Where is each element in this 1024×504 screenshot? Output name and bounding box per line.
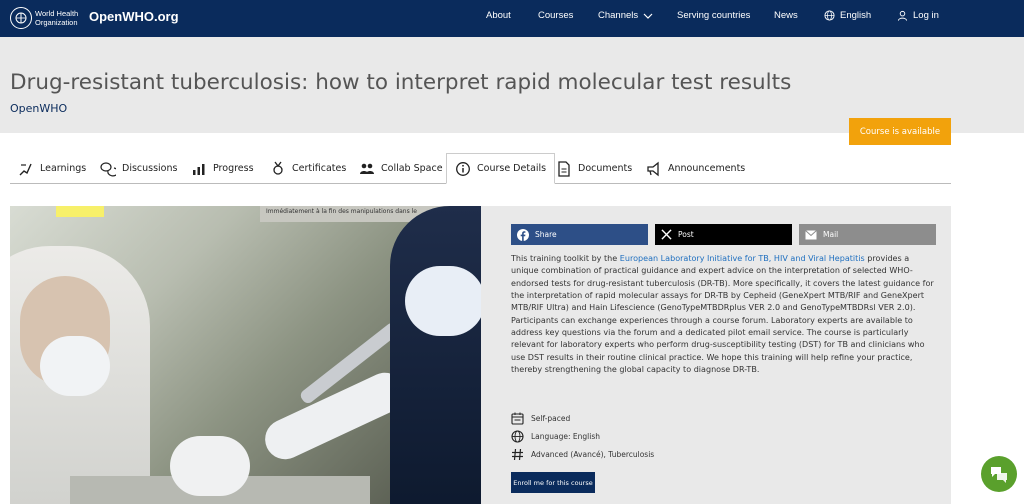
who-name-line1: World Health [35,9,79,18]
technician-cap [405,266,481,336]
tab-learnings[interactable]: Learnings [18,153,86,184]
face-mask [40,336,110,396]
chevron-down-icon [643,13,653,19]
share-x-button[interactable]: Post [655,224,792,245]
tab-announcements[interactable]: Announcements [646,153,745,184]
enroll-button[interactable]: Enroll me for this course [511,472,595,493]
share-x-label: Post [678,230,694,239]
share-mail-label: Mail [823,230,839,239]
language-label: English [840,10,872,21]
mail-icon [805,229,817,239]
who-logo-icon[interactable] [10,7,32,29]
tab-course-details[interactable]: Course Details [446,153,556,184]
document-icon [558,160,570,177]
tab-progress[interactable]: Progress [191,153,254,184]
tab-documents[interactable]: Documents [556,153,632,184]
language-info-label: Language: English [531,432,601,441]
discussions-icon [100,161,116,176]
tab-certificates[interactable]: Certificates [270,153,346,184]
pace-label: Self-paced [531,414,571,423]
nav-news[interactable]: News [774,10,798,21]
facebook-icon [517,228,529,241]
course-description: This training toolkit by the European La… [511,253,939,376]
share-mail-button[interactable]: Mail [799,224,936,245]
nav-serving-countries[interactable]: Serving countries [677,10,750,21]
info-icon [456,161,470,176]
tab-certificates-label: Certificates [292,163,347,174]
announcements-icon [647,161,659,176]
hashtag-icon [512,448,523,461]
learnings-icon [19,163,32,175]
who-name[interactable]: World Health Organization [35,9,78,27]
tab-course-details-label: Course Details [477,163,547,174]
nav-serving-countries-label: Serving countries [677,10,751,21]
nav-channels-label: Channels [598,10,639,21]
tab-documents-label: Documents [578,163,633,174]
description-intro: This training toolkit by the [511,254,620,263]
tab-collab-space[interactable]: Collab Space [359,153,443,184]
pace-info: Self-paced [511,412,570,425]
status-badge: Course is available [849,118,951,145]
calendar-icon [511,412,524,425]
nav-courses[interactable]: Courses [538,10,573,21]
chat-bubbles-icon [991,467,1007,483]
tab-collab-space-label: Collab Space [381,163,443,174]
x-logo-icon [661,229,672,240]
nav-about[interactable]: About [486,10,511,21]
tab-progress-label: Progress [213,163,254,174]
login-label: Log in [913,10,939,21]
language-info: Language: English [511,430,600,443]
certificate-icon [273,161,283,175]
tab-discussions-label: Discussions [122,163,178,174]
course-details-panel: Share Post Mail This training toolkit by… [481,206,951,504]
tab-discussions[interactable]: Discussions [100,153,177,184]
tags-info: Advanced (Avancé), Tuberculosis [511,448,654,461]
login-link[interactable]: Log in [897,10,939,21]
gloved-hand [170,436,250,496]
tab-announcements-label: Announcements [668,163,746,174]
sticky-note [56,206,104,217]
lab-technician-right [390,206,481,504]
user-icon [897,10,908,21]
who-name-line2: Organization [35,18,78,27]
course-tabs: Learnings Discussions Progress Certifica… [10,153,951,184]
eli-link[interactable]: European Laboratory Initiative for TB, H… [620,254,865,263]
tab-learnings-label: Learnings [40,163,87,174]
globe-icon [824,10,835,21]
nav-courses-label: Courses [538,10,574,21]
tags-label: Advanced (Avancé), Tuberculosis [531,450,655,459]
page-title: Drug-resistant tuberculosis: how to inte… [10,70,792,95]
chat-button[interactable] [981,456,1017,492]
progress-icon [193,163,205,175]
nav-about-label: About [486,10,511,21]
top-navigation-bar: World Health Organization OpenWHO.org Ab… [0,0,1024,37]
nav-news-label: News [774,10,798,21]
share-facebook-label: Share [535,230,557,239]
collab-space-icon [360,163,374,174]
course-provider[interactable]: OpenWHO [10,102,67,115]
share-facebook-button[interactable]: Share [511,224,648,245]
course-cover-image: Immédiatement à la fin des manipulations… [10,206,481,504]
site-logo[interactable]: OpenWHO.org [89,9,179,24]
nav-channels[interactable]: Channels [598,10,653,21]
description-body: provides a unique combination of practic… [511,254,934,375]
globe-icon [511,430,524,443]
language-selector[interactable]: English [824,10,871,21]
